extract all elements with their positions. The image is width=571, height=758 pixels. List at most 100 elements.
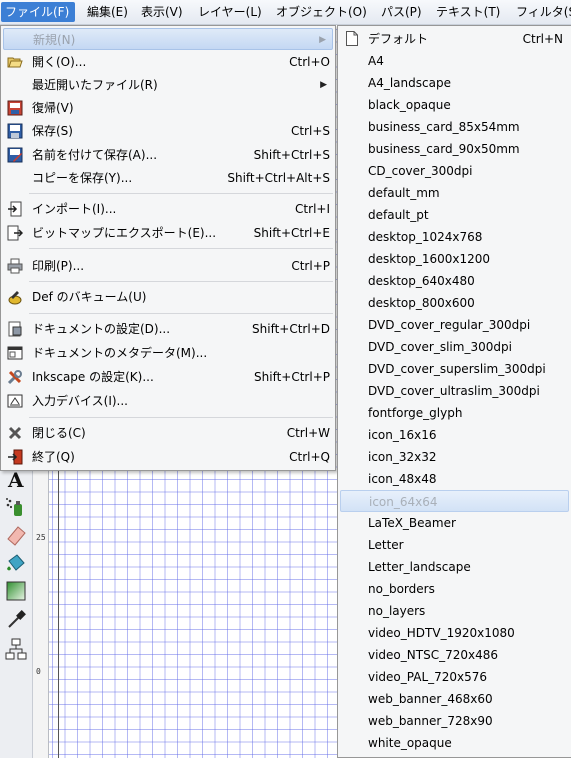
eraser-tool-icon[interactable] — [4, 523, 28, 547]
submenu-item-template[interactable]: Letter — [340, 534, 569, 556]
menu-item-label: Inkscape の設定(K)... — [32, 370, 154, 384]
submenu-item-label: DVD_cover_superslim_300dpi — [368, 362, 546, 376]
submenu-item-label: DVD_cover_ultraslim_300dpi — [368, 384, 540, 398]
menu-item-accel: Ctrl+W — [286, 426, 330, 440]
submenu-item-template-selected[interactable]: icon_64x64 — [340, 490, 569, 512]
submenu-item-label: no_borders — [368, 582, 435, 596]
paint-bucket-icon[interactable] — [4, 551, 28, 575]
submenu-item-template[interactable]: CD_cover_300dpi — [340, 160, 569, 182]
submenu-item-template[interactable]: DVD_cover_slim_300dpi — [340, 336, 569, 358]
new-from-template-submenu: デフォルト Ctrl+N A4 A4_landscape black_opaqu… — [337, 25, 571, 758]
submenu-item-template[interactable]: Letter_landscape — [340, 556, 569, 578]
submenu-item-template[interactable]: video_HDTV_1920x1080 — [340, 622, 569, 644]
menu-object[interactable]: オブジェクト(O) — [272, 2, 371, 22]
menu-item-open[interactable]: 開く(O)... Ctrl+O — [3, 51, 333, 73]
submenu-item-template[interactable]: video_NTSC_720x486 — [340, 644, 569, 666]
submenu-item-template[interactable]: default_mm — [340, 182, 569, 204]
menu-item-document-properties[interactable]: ドキュメントの設定(D)... Shift+Ctrl+D — [3, 318, 333, 340]
document-icon — [346, 31, 358, 46]
menu-item-quit[interactable]: 終了(Q) Ctrl+Q — [3, 446, 333, 468]
submenu-item-template[interactable]: default_pt — [340, 204, 569, 226]
submenu-item-template[interactable]: business_card_90x50mm — [340, 138, 569, 160]
submenu-item-template[interactable]: web_banner_468x60 — [340, 688, 569, 710]
submenu-item-template[interactable]: video_PAL_720x576 — [340, 666, 569, 688]
document-properties-icon — [7, 321, 23, 337]
menu-item-revert[interactable]: 復帰(V) — [3, 97, 333, 119]
submenu-item-label: video_PAL_720x576 — [368, 670, 488, 684]
submenu-item-label: no_layers — [368, 604, 426, 618]
submenu-item-template[interactable]: desktop_640x480 — [340, 270, 569, 292]
submenu-item-default[interactable]: デフォルト Ctrl+N — [340, 28, 569, 50]
submenu-item-template[interactable]: icon_16x16 — [340, 424, 569, 446]
menu-item-save[interactable]: 保存(S) Ctrl+S — [3, 120, 333, 142]
spray-tool-icon[interactable] — [4, 495, 28, 519]
menu-item-vacuum-defs[interactable]: Def のバキューム(U) — [3, 286, 333, 308]
submenu-item-accel: Ctrl+N — [522, 32, 563, 46]
menu-item-label: Def のバキューム(U) — [32, 290, 147, 304]
submenu-item-template[interactable]: business_card_85x54mm — [340, 116, 569, 138]
submenu-item-template[interactable]: desktop_1600x1200 — [340, 248, 569, 270]
submenu-item-label: black_opaque — [368, 98, 451, 112]
menu-item-new[interactable]: 新規(N) ▶ — [3, 28, 333, 50]
save-as-icon — [7, 147, 23, 163]
menu-item-label: 名前を付けて保存(A)... — [32, 148, 158, 162]
submenu-item-template[interactable]: fontforge_glyph — [340, 402, 569, 424]
menu-item-input-devices[interactable]: 入力デバイス(I)... — [3, 390, 333, 412]
menu-item-recent[interactable]: 最近開いたファイル(R) ▶ — [3, 74, 333, 96]
quit-icon — [7, 449, 23, 465]
submenu-item-template[interactable]: no_layers — [340, 600, 569, 622]
gradient-tool-icon[interactable] — [4, 579, 28, 603]
input-devices-icon — [7, 393, 23, 409]
submenu-item-template[interactable]: DVD_cover_regular_300dpi — [340, 314, 569, 336]
menu-item-label: コピーを保存(Y)... — [32, 171, 133, 185]
menu-edit[interactable]: 編集(E) — [83, 2, 132, 22]
submenu-item-label: CD_cover_300dpi — [368, 164, 473, 178]
menu-item-export-bitmap[interactable]: ビットマップにエクスポート(E)... Shift+Ctrl+E — [3, 222, 333, 244]
menu-layer[interactable]: レイヤー(L) — [194, 2, 266, 22]
ruler-label: 0 — [36, 667, 41, 676]
submenu-item-template[interactable]: black_opaque — [340, 94, 569, 116]
file-menu: 新規(N) ▶ 開く(O)... Ctrl+O 最近開いたファイル(R) ▶ 復… — [0, 25, 336, 471]
menu-item-save-copy[interactable]: コピーを保存(Y)... Shift+Ctrl+Alt+S — [3, 167, 333, 189]
menu-path[interactable]: パス(P) — [377, 2, 426, 22]
menu-item-label: 保存(S) — [32, 124, 73, 138]
submenu-item-template[interactable]: A4 — [340, 50, 569, 72]
menu-item-close[interactable]: 閉じる(C) Ctrl+W — [3, 422, 333, 444]
submenu-item-label: fontforge_glyph — [368, 406, 463, 420]
menu-item-print[interactable]: 印刷(P)... Ctrl+P — [3, 255, 333, 277]
menu-separator — [29, 313, 333, 314]
submenu-item-label: default_mm — [368, 186, 440, 200]
menu-item-label: 開く(O)... — [32, 55, 87, 69]
dropper-icon[interactable] — [4, 607, 28, 631]
menu-filters[interactable]: フィルタ(S — [512, 2, 571, 22]
menu-item-preferences[interactable]: Inkscape の設定(K)... Shift+Ctrl+P — [3, 366, 333, 388]
menu-file[interactable]: ファイル(F) — [1, 2, 75, 22]
menu-text[interactable]: テキスト(T) — [432, 2, 504, 22]
ruler-label: 25 — [36, 533, 46, 542]
submenu-item-label: video_HDTV_1920x1080 — [368, 626, 515, 640]
submenu-item-template[interactable]: no_borders — [340, 578, 569, 600]
vacuum-defs-icon — [7, 289, 23, 305]
submenu-item-template[interactable]: LaTeX_Beamer — [340, 512, 569, 534]
submenu-item-template[interactable]: A4_landscape — [340, 72, 569, 94]
submenu-item-label: icon_64x64 — [369, 495, 438, 509]
menu-item-accel: Ctrl+S — [290, 124, 330, 138]
submenu-item-template[interactable]: icon_48x48 — [340, 468, 569, 490]
submenu-item-label: icon_32x32 — [368, 450, 437, 464]
menu-item-accel: Shift+Ctrl+P — [254, 370, 330, 384]
menu-item-import[interactable]: インポート(I)... Ctrl+I — [3, 198, 333, 220]
menu-view[interactable]: 表示(V) — [137, 2, 187, 22]
submenu-item-template[interactable]: desktop_1024x768 — [340, 226, 569, 248]
submenu-item-template[interactable]: white_opaque — [340, 732, 569, 754]
submenu-item-label: Letter — [368, 538, 404, 552]
submenu-item-label: desktop_800x600 — [368, 296, 475, 310]
submenu-item-template[interactable]: DVD_cover_ultraslim_300dpi — [340, 380, 569, 402]
submenu-item-template[interactable]: web_banner_728x90 — [340, 710, 569, 732]
menu-item-save-as[interactable]: 名前を付けて保存(A)... Shift+Ctrl+S — [3, 144, 333, 166]
connector-tool-icon[interactable] — [4, 637, 28, 661]
submenu-item-template[interactable]: icon_32x32 — [340, 446, 569, 468]
submenu-item-template[interactable]: DVD_cover_superslim_300dpi — [340, 358, 569, 380]
menu-item-document-metadata[interactable]: ドキュメントのメタデータ(M)... — [3, 342, 333, 364]
menu-item-label: 終了(Q) — [32, 450, 75, 464]
submenu-item-template[interactable]: desktop_800x600 — [340, 292, 569, 314]
